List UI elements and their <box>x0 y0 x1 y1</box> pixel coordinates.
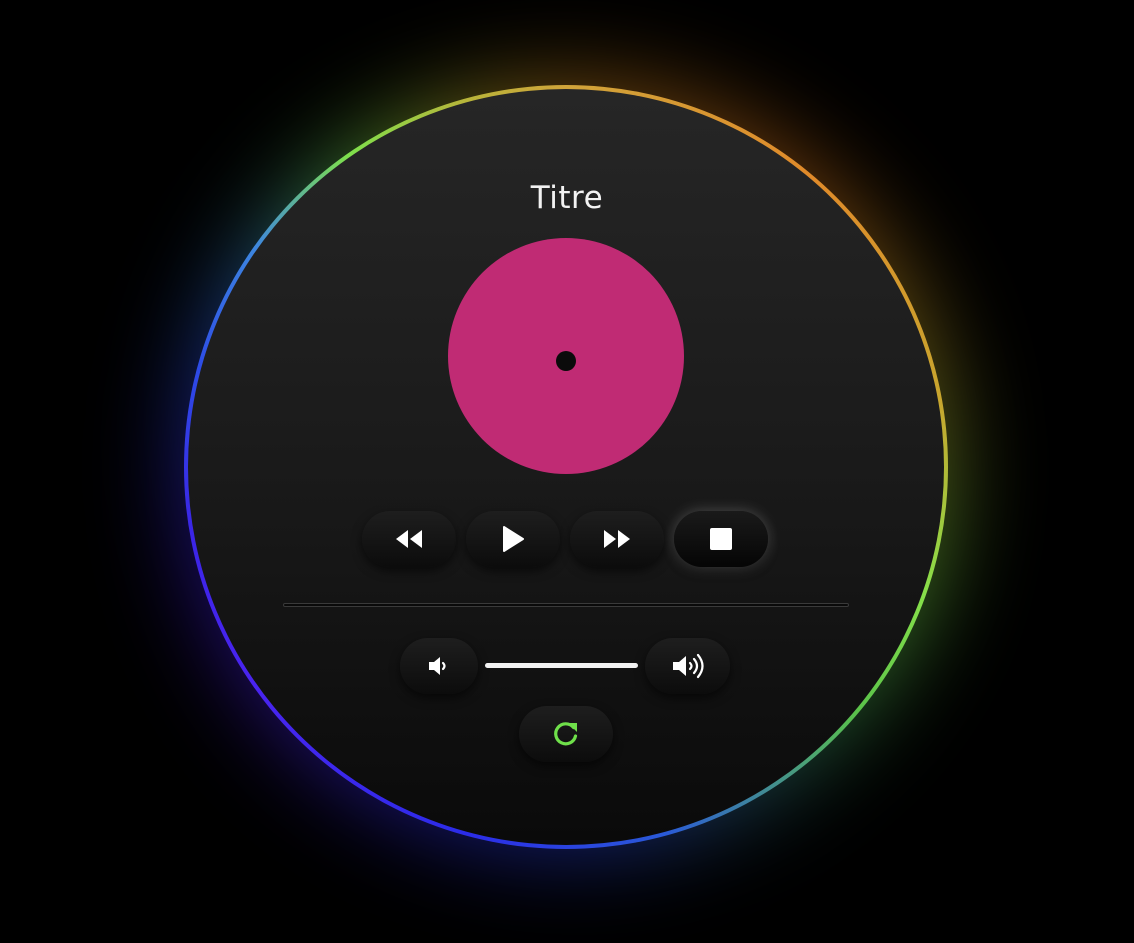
rewind-icon <box>394 528 424 550</box>
repeat-icon <box>551 719 581 749</box>
music-player: Titre <box>0 0 1134 943</box>
progress-bar[interactable] <box>283 603 849 607</box>
disc-center-hole <box>556 351 576 371</box>
track-title: Titre <box>530 180 604 216</box>
stop-button[interactable] <box>674 511 768 567</box>
volume-up-icon <box>671 653 705 679</box>
fast-forward-button[interactable] <box>570 511 664 567</box>
rewind-button[interactable] <box>362 511 456 567</box>
repeat-button[interactable] <box>519 706 613 762</box>
album-disc <box>448 238 684 474</box>
volume-down-button[interactable] <box>400 638 478 694</box>
volume-down-icon <box>427 655 451 677</box>
volume-slider[interactable] <box>485 663 638 668</box>
fast-forward-icon <box>602 528 632 550</box>
play-button[interactable] <box>466 511 560 567</box>
play-icon <box>500 525 526 553</box>
volume-up-button[interactable] <box>645 638 730 694</box>
stop-icon <box>709 527 733 551</box>
volume-fill <box>485 663 638 668</box>
